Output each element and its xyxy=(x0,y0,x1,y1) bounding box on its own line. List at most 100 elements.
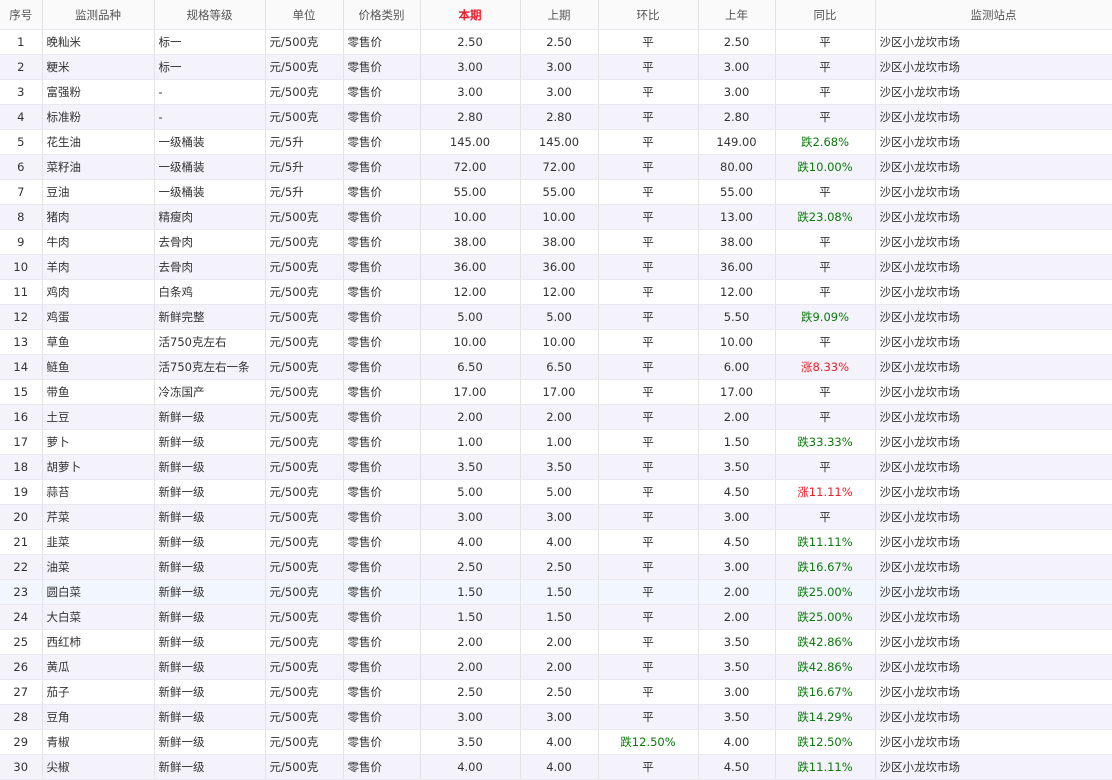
cell-price-type: 零售价 xyxy=(343,379,421,405)
cell-current: 38.00 xyxy=(420,229,521,255)
table-row: 20 芹菜 新鲜一级 元/500克 零售价 3.00 3.00 平 3.00 平沙区小龙坎市场 xyxy=(0,504,1112,530)
cell-mom: 平 xyxy=(598,604,699,630)
cell-current: 4.00 xyxy=(420,529,521,555)
cell-no: 12 xyxy=(0,304,43,330)
cell-item: 芹菜 xyxy=(42,504,155,530)
cell-item: 羊肉 xyxy=(42,254,155,280)
cell-last-year: 2.00 xyxy=(698,404,776,430)
cell-station: 沙区小龙坎市场 xyxy=(875,79,1112,105)
cell-last-year: 2.50 xyxy=(698,29,776,55)
cell-yoy: 跌42.86% xyxy=(775,654,876,680)
cell-grade: 新鲜一级 xyxy=(154,754,266,780)
table-row: 26 黄瓜 新鲜一级 元/500克 零售价 2.00 2.00 平 3.50 跌42.86% 沙区小… xyxy=(0,654,1112,680)
cell-last-year: 17.00 xyxy=(698,379,776,405)
cell-item: 西红柿 xyxy=(42,629,155,655)
cell-grade: 标一 xyxy=(154,54,266,80)
cell-previous: 1.00 xyxy=(520,429,599,455)
cell-price-type: 零售价 xyxy=(343,329,421,355)
cell-item: 油菜 xyxy=(42,554,155,580)
cell-grade: 新鲜一级 xyxy=(154,404,266,430)
cell-unit: 元/500克 xyxy=(265,29,344,55)
cell-current: 2.50 xyxy=(420,29,521,55)
cell-yoy: 跌11.11% xyxy=(775,754,876,780)
cell-yoy: 平 xyxy=(775,104,876,130)
cell-previous: 72.00 xyxy=(520,154,599,180)
cell-no: 14 xyxy=(0,354,43,380)
cell-last-year: 3.00 xyxy=(698,679,776,705)
cell-price-type: 零售价 xyxy=(343,704,421,730)
cell-unit: 元/500克 xyxy=(265,329,344,355)
cell-current: 2.80 xyxy=(420,104,521,130)
cell-previous: 3.50 xyxy=(520,454,599,480)
cell-grade: 冷冻国产 xyxy=(154,379,266,405)
cell-last-year: 2.00 xyxy=(698,604,776,630)
cell-previous: 36.00 xyxy=(520,254,599,280)
cell-current: 2.00 xyxy=(420,404,521,430)
cell-last-year: 38.00 xyxy=(698,229,776,255)
cell-current: 12.00 xyxy=(420,279,521,305)
header-last-year[interactable]: 上年 xyxy=(698,0,776,30)
cell-last-year: 3.50 xyxy=(698,654,776,680)
cell-unit: 元/500克 xyxy=(265,554,344,580)
cell-grade: 去骨肉 xyxy=(154,229,266,255)
cell-yoy: 平 xyxy=(775,179,876,205)
cell-station: 沙区小龙坎市场 xyxy=(875,579,1112,605)
cell-mom: 平 xyxy=(598,179,699,205)
cell-current: 3.00 xyxy=(420,504,521,530)
cell-item: 晚籼米 xyxy=(42,29,155,55)
cell-price-type: 零售价 xyxy=(343,79,421,105)
cell-item: 鸡蛋 xyxy=(42,304,155,330)
cell-price-type: 零售价 xyxy=(343,679,421,705)
cell-item: 韭菜 xyxy=(42,529,155,555)
cell-grade: 新鲜一级 xyxy=(154,704,266,730)
cell-last-year: 1.50 xyxy=(698,429,776,455)
cell-previous: 2.00 xyxy=(520,404,599,430)
cell-current: 10.00 xyxy=(420,204,521,230)
header-mom: 环比 xyxy=(598,0,699,30)
cell-item: 草鱼 xyxy=(42,329,155,355)
cell-last-year: 3.00 xyxy=(698,554,776,580)
cell-yoy: 平 xyxy=(775,454,876,480)
table-row: 24 大白菜 新鲜一级 元/500克 零售价 1.50 1.50 平 2.00 跌25.00% 沙区… xyxy=(0,604,1112,630)
cell-grade: 新鲜一级 xyxy=(154,729,266,755)
cell-grade: 新鲜一级 xyxy=(154,629,266,655)
cell-yoy: 跌14.29% xyxy=(775,704,876,730)
cell-current: 1.00 xyxy=(420,429,521,455)
cell-grade: 新鲜一级 xyxy=(154,679,266,705)
cell-unit: 元/500克 xyxy=(265,204,344,230)
cell-mom: 平 xyxy=(598,754,699,780)
cell-last-year: 5.50 xyxy=(698,304,776,330)
cell-last-year: 3.00 xyxy=(698,54,776,80)
cell-unit: 元/500克 xyxy=(265,54,344,80)
cell-no: 19 xyxy=(0,479,43,505)
cell-no: 17 xyxy=(0,429,43,455)
cell-no: 27 xyxy=(0,679,43,705)
cell-station: 沙区小龙坎市场 xyxy=(875,29,1112,55)
cell-item: 黄瓜 xyxy=(42,654,155,680)
cell-grade: 一级桶装 xyxy=(154,179,266,205)
cell-yoy: 跌42.86% xyxy=(775,629,876,655)
cell-yoy: 平 xyxy=(775,29,876,55)
header-price-type: 价格类别 xyxy=(343,0,421,30)
cell-unit: 元/500克 xyxy=(265,454,344,480)
cell-mom: 平 xyxy=(598,454,699,480)
cell-station: 沙区小龙坎市场 xyxy=(875,654,1112,680)
cell-grade: 活750克左右 xyxy=(154,329,266,355)
cell-grade: 新鲜完整 xyxy=(154,304,266,330)
cell-previous: 1.50 xyxy=(520,604,599,630)
header-unit: 单位 xyxy=(265,0,344,30)
cell-current: 4.00 xyxy=(420,754,521,780)
cell-previous: 10.00 xyxy=(520,204,599,230)
cell-station: 沙区小龙坎市场 xyxy=(875,254,1112,280)
header-previous-period[interactable]: 上期 xyxy=(520,0,599,30)
cell-unit: 元/500克 xyxy=(265,704,344,730)
cell-current: 6.50 xyxy=(420,354,521,380)
cell-last-year: 13.00 xyxy=(698,204,776,230)
cell-yoy: 平 xyxy=(775,254,876,280)
cell-station: 沙区小龙坎市场 xyxy=(875,229,1112,255)
cell-no: 2 xyxy=(0,54,43,80)
cell-current: 2.50 xyxy=(420,554,521,580)
cell-last-year: 10.00 xyxy=(698,329,776,355)
header-current-period[interactable]: 本期 xyxy=(420,0,521,30)
cell-station: 沙区小龙坎市场 xyxy=(875,529,1112,555)
